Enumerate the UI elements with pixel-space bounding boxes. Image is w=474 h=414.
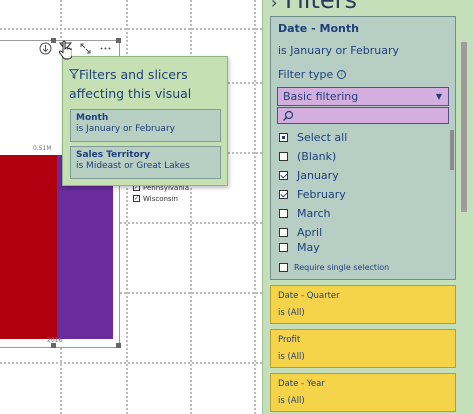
checkbox-icon[interactable] — [279, 189, 288, 199]
tooltip-filter-field: Sales Territory — [76, 150, 151, 160]
filter-card-title: Date - Year — [278, 379, 325, 389]
checkbox-icon[interactable] — [279, 227, 288, 237]
checkbox-icon[interactable] — [279, 132, 288, 142]
filter-card-subtitle: is January or February — [278, 44, 399, 57]
scrollbar-thumb[interactable] — [461, 42, 467, 212]
filter-option-label: April — [297, 225, 323, 239]
tooltip-filter-card: Month is January or February — [70, 109, 221, 142]
filter-option-label: Select all — [297, 130, 348, 144]
checkbox-icon[interactable] — [279, 263, 288, 272]
filters-pane-title: › Filters — [271, 0, 357, 14]
filter-card-date-quarter[interactable]: Date - Quarter is (All) — [270, 285, 456, 324]
search-icon — [283, 110, 294, 121]
filter-card-profit[interactable]: Profit is (All) — [270, 329, 456, 368]
filter-option-label: January — [297, 168, 339, 182]
filter-card-title: Date - Quarter — [278, 291, 340, 301]
filter-option[interactable]: January — [279, 166, 339, 184]
legend-item-label: Wisconsin — [143, 194, 178, 203]
require-single-selection[interactable]: Require single selection — [279, 263, 389, 272]
axis-value-label: 0.51M — [33, 145, 52, 152]
checkbox-icon[interactable] — [279, 151, 288, 161]
filter-card-title: Date - Month — [278, 22, 359, 35]
filter-card-value: is (All) — [278, 396, 305, 406]
info-icon[interactable]: i — [337, 70, 347, 79]
filter-option[interactable]: February — [279, 185, 346, 203]
focus-mode-icon[interactable] — [78, 41, 93, 56]
filters-pane-title-text: Filters — [285, 0, 357, 14]
filter-option[interactable]: May — [279, 241, 320, 253]
filter-type-dropdown-value: Basic filtering — [283, 90, 359, 103]
filter-card-value: is (All) — [278, 352, 305, 362]
filter-search-input[interactable] — [277, 107, 449, 124]
checkbox-icon: ✓ — [133, 195, 140, 202]
chevron-down-icon: ▼ — [435, 92, 442, 101]
filters-pane-scrollbar[interactable] — [460, 20, 468, 414]
filter-card-value: is (All) — [278, 308, 305, 318]
tooltip-title-text: Filters and slicers affecting this visua… — [69, 67, 192, 101]
filter-icon — [68, 69, 80, 79]
require-single-selection-label: Require single selection — [294, 263, 390, 272]
visual-header-toolbar — [38, 40, 113, 56]
more-options-icon[interactable] — [98, 41, 113, 56]
checkbox-icon[interactable] — [279, 170, 288, 180]
filter-card-date-month[interactable]: Date - Month is January or February Filt… — [270, 16, 456, 280]
resize-handle[interactable] — [116, 38, 121, 43]
filter-option[interactable]: April — [279, 223, 322, 241]
filter-type-dropdown[interactable]: Basic filtering ▼ — [277, 87, 449, 106]
filter-option-label: February — [297, 187, 346, 201]
hand-cursor-icon — [58, 40, 72, 60]
filter-option[interactable]: Select all — [279, 128, 347, 146]
filters-tooltip: Filters and slicers affecting this visua… — [62, 56, 228, 186]
grid-line — [0, 28, 262, 30]
tooltip-filter-condition: is Mideast or Great Lakes — [76, 161, 190, 171]
filter-option-label: May — [297, 241, 320, 253]
grid-line — [0, 362, 262, 364]
grid-line — [254, 0, 256, 414]
chart-bar[interactable] — [0, 155, 57, 339]
checkbox-icon[interactable] — [279, 243, 288, 252]
tooltip-filter-condition: is January or February — [76, 124, 175, 134]
filter-option[interactable]: (Blank) — [279, 147, 336, 165]
tooltip-filter-card: Sales Territory is Mideast or Great Lake… — [70, 146, 221, 179]
filter-option-label: March — [297, 206, 331, 220]
filter-option-label: (Blank) — [297, 149, 337, 163]
filter-type-label-text: Filter type — [278, 68, 334, 81]
resize-handle[interactable] — [51, 343, 56, 348]
filter-type-label: Filter type i — [278, 68, 347, 81]
filter-card-date-year[interactable]: Date - Year is (All) — [270, 373, 456, 412]
tooltip-filter-field: Month — [76, 113, 109, 123]
tooltip-title: Filters and slicers affecting this visua… — [68, 65, 225, 103]
filter-option[interactable]: March — [279, 204, 331, 222]
resize-handle[interactable] — [116, 343, 121, 348]
drill-down-icon[interactable] — [38, 41, 53, 56]
options-scrollbar[interactable] — [450, 125, 454, 265]
filter-card-title: Profit — [278, 335, 301, 345]
checkbox-icon[interactable] — [279, 208, 288, 218]
legend-item[interactable]: ✓ Wisconsin — [133, 193, 189, 204]
scrollbar-thumb[interactable] — [450, 130, 454, 170]
